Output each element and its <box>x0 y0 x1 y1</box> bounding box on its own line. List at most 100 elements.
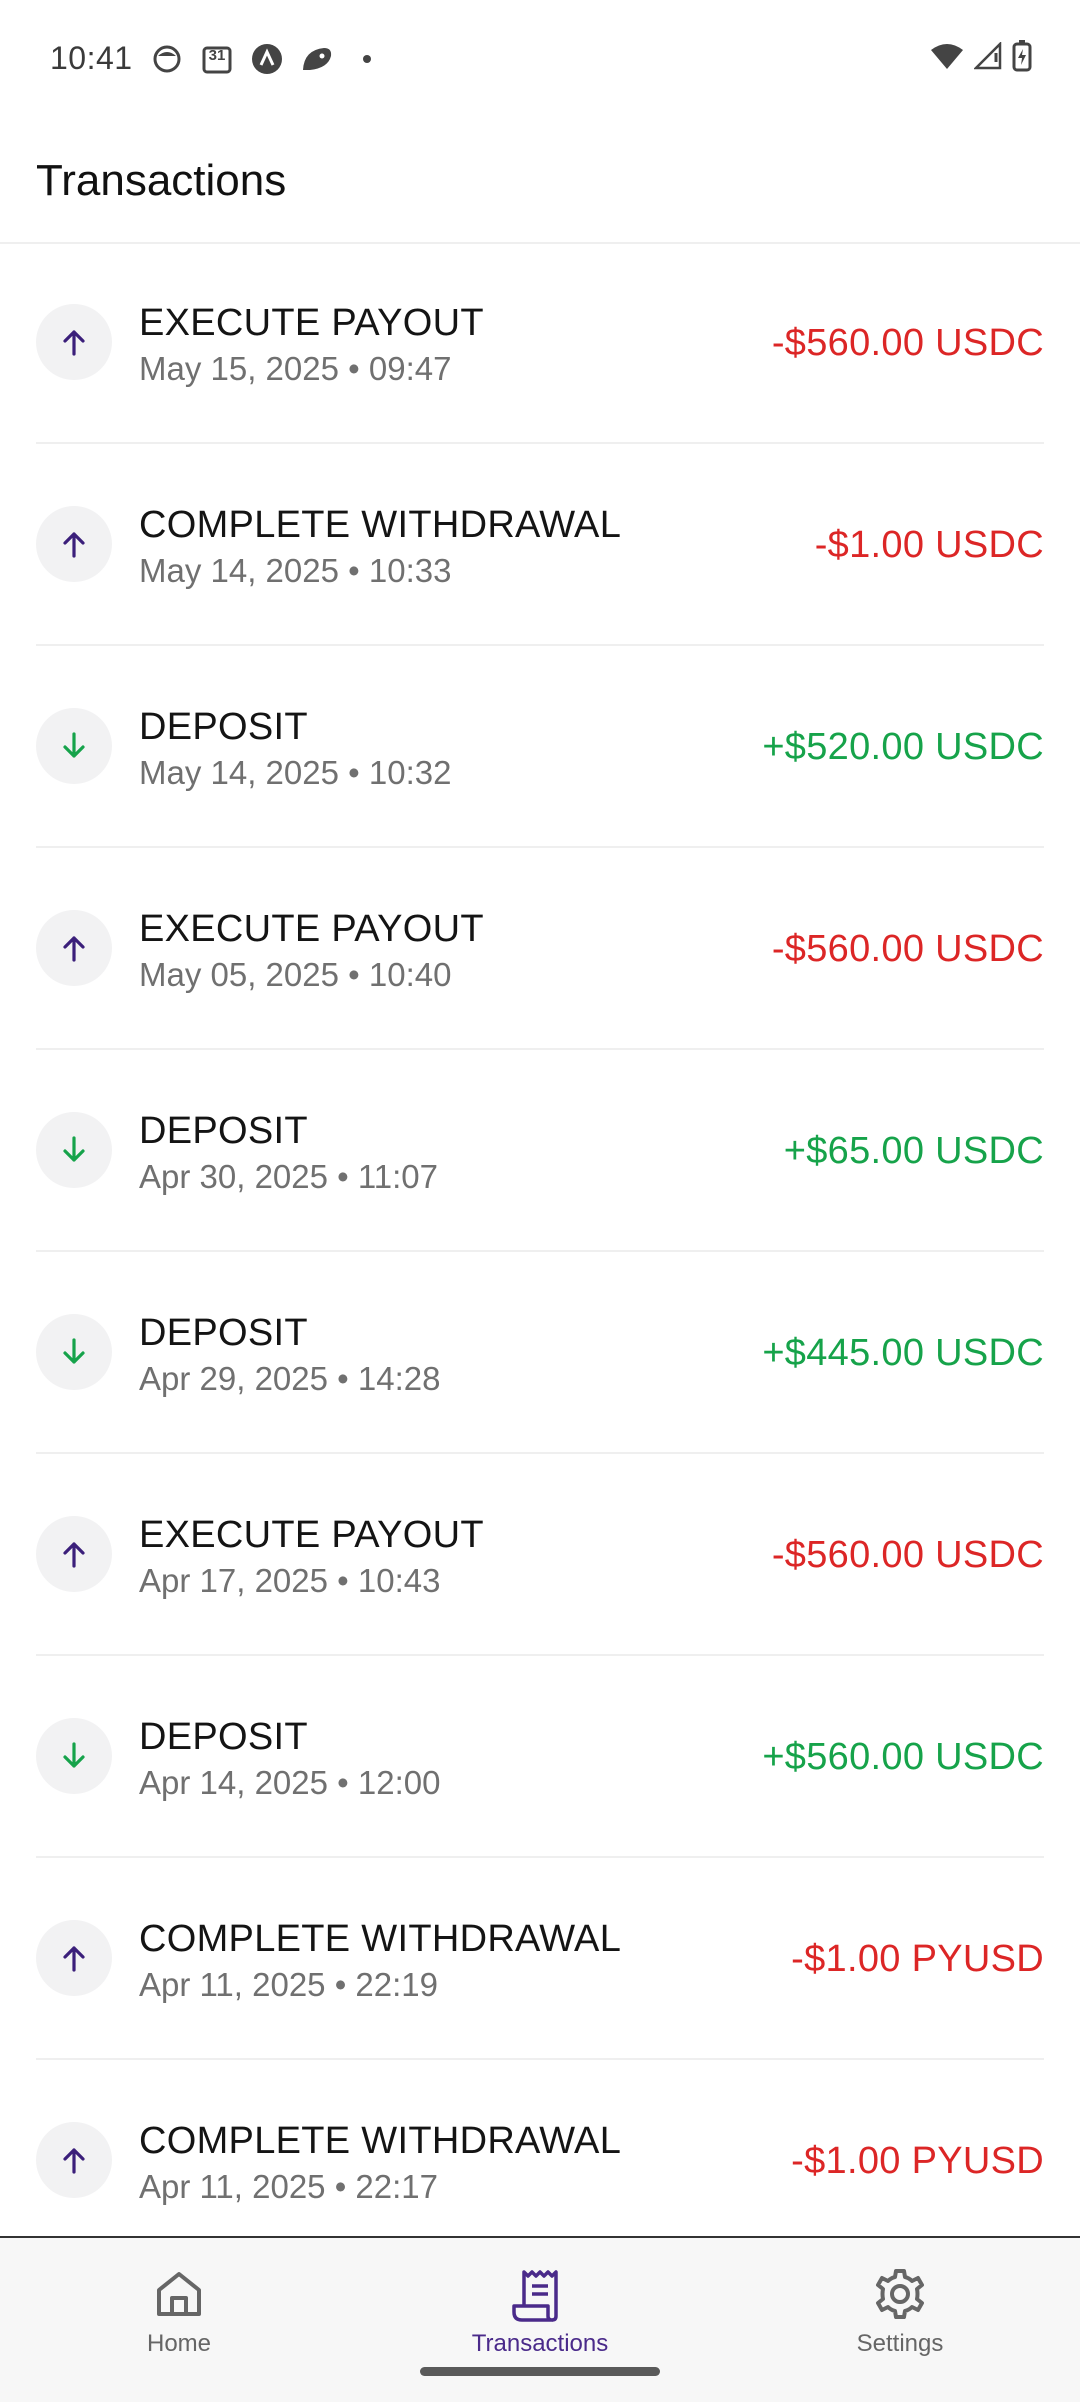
transaction-date: May 14, 2025 <box>139 754 339 791</box>
arrow-up-icon <box>36 1920 112 1996</box>
transaction-amount: -$1.00 PYUSD <box>791 2140 1044 2182</box>
nav-home[interactable]: Home <box>79 2266 279 2358</box>
face-icon <box>150 42 184 76</box>
transaction-date: May 14, 2025 <box>139 552 339 589</box>
transaction-time: 14:28 <box>357 1360 441 1397</box>
transaction-amount: +$520.00 USDC <box>762 726 1044 768</box>
signal-icon <box>972 40 1002 75</box>
transaction-datetime: Apr 14, 2025 • 12:00 <box>139 1764 440 1802</box>
transaction-title: DEPOSIT <box>139 706 308 748</box>
separator-dot: • <box>327 1158 358 1195</box>
bottom-navigation: Home Transactions Settings <box>0 2236 1080 2402</box>
transaction-amount: +$560.00 USDC <box>762 1736 1044 1778</box>
nav-settings[interactable]: Settings <box>800 2266 1000 2358</box>
nav-transactions-label: Transactions <box>471 2330 609 2357</box>
status-bar: 10:41 31 <box>0 0 1080 120</box>
arrow-down-icon <box>36 1718 112 1794</box>
transaction-datetime: Apr 11, 2025 • 22:17 <box>139 2168 438 2206</box>
transaction-date: Apr 30, 2025 <box>139 1158 328 1195</box>
transaction-time: 22:17 <box>355 2168 439 2205</box>
transaction-amount: +$65.00 USDC <box>783 1130 1044 1172</box>
transaction-title: DEPOSIT <box>139 1312 308 1354</box>
nav-transactions[interactable]: Transactions <box>440 2266 640 2358</box>
separator-dot: • <box>327 1360 358 1397</box>
arrow-down-icon <box>36 1314 112 1390</box>
transaction-row[interactable]: EXECUTE PAYOUT Apr 17, 2025 • 10:43 -$560.… <box>36 1454 1044 1656</box>
transaction-row[interactable]: EXECUTE PAYOUT May 15, 2025 • 09:47 -$560.… <box>36 242 1044 444</box>
transaction-datetime: May 14, 2025 • 10:32 <box>139 754 451 792</box>
transaction-date: Apr 17, 2025 <box>139 1562 328 1599</box>
transaction-amount: +$445.00 USDC <box>762 1332 1044 1374</box>
transaction-datetime: May 15, 2025 • 09:47 <box>139 350 451 388</box>
transaction-title: COMPLETE WITHDRAWAL <box>139 2120 622 2162</box>
transaction-date: Apr 14, 2025 <box>139 1764 328 1801</box>
wifi-icon <box>930 42 964 75</box>
transaction-time: 22:19 <box>355 1966 439 2003</box>
page-title: Transactions <box>36 156 287 205</box>
arrow-up-icon <box>36 506 112 582</box>
calendar-icon: 31 <box>200 42 234 76</box>
transaction-list: EXECUTE PAYOUT May 15, 2025 • 09:47 -$560.… <box>36 242 1044 2260</box>
transaction-time: 12:00 <box>357 1764 441 1801</box>
transaction-time: 09:47 <box>368 350 452 387</box>
leaf-icon <box>300 42 334 76</box>
nav-home-label: Home <box>146 2330 212 2357</box>
arrow-up-icon <box>36 2122 112 2198</box>
transaction-row[interactable]: COMPLETE WITHDRAWAL May 14, 2025 • 10:33 -… <box>36 444 1044 646</box>
transaction-title: DEPOSIT <box>139 1716 308 1758</box>
transaction-row[interactable]: EXECUTE PAYOUT May 05, 2025 • 10:40 -$560.… <box>36 848 1044 1050</box>
dot-icon <box>350 42 384 76</box>
transaction-title: DEPOSIT <box>139 1110 308 1152</box>
transaction-amount: -$1.00 PYUSD <box>791 1938 1044 1980</box>
separator-dot: • <box>327 1562 358 1599</box>
transaction-title: EXECUTE PAYOUT <box>139 302 484 344</box>
transaction-date: Apr 11, 2025 <box>139 1966 326 2003</box>
transaction-datetime: Apr 11, 2025 • 22:19 <box>139 1966 438 2004</box>
arrow-up-icon <box>36 1516 112 1592</box>
transaction-datetime: May 14, 2025 • 10:33 <box>139 552 451 590</box>
transaction-row[interactable]: DEPOSIT May 14, 2025 • 10:32 +$520.00 USDC <box>36 646 1044 848</box>
transaction-row[interactable]: DEPOSIT Apr 29, 2025 • 14:28 +$445.00 USDC <box>36 1252 1044 1454</box>
battery-icon <box>1012 40 1032 77</box>
arrow-up-icon <box>36 304 112 380</box>
transaction-date: May 15, 2025 <box>139 350 339 387</box>
transaction-datetime: Apr 29, 2025 • 14:28 <box>139 1360 440 1398</box>
transaction-amount: -$560.00 USDC <box>771 928 1044 970</box>
app-header: Transactions <box>0 120 1080 244</box>
separator-dot: • <box>338 956 369 993</box>
arrow-down-icon <box>36 1112 112 1188</box>
gear-icon <box>876 2269 924 2319</box>
separator-dot: • <box>325 1966 356 2003</box>
separator-dot: • <box>327 1764 358 1801</box>
transaction-time: 10:40 <box>368 956 452 993</box>
transaction-time: 11:07 <box>357 1158 439 1195</box>
transaction-amount: -$560.00 USDC <box>771 322 1044 364</box>
transaction-amount: -$1.00 USDC <box>814 524 1044 566</box>
transaction-date: May 05, 2025 <box>139 956 339 993</box>
arrow-down-icon <box>36 708 112 784</box>
transaction-row[interactable]: COMPLETE WITHDRAWAL Apr 11, 2025 • 22:19 -… <box>36 1858 1044 2060</box>
transaction-row[interactable]: COMPLETE WITHDRAWAL Apr 11, 2025 • 22:17 -… <box>36 2060 1044 2260</box>
transaction-amount: -$560.00 USDC <box>771 1534 1044 1576</box>
transaction-time: 10:43 <box>357 1562 441 1599</box>
app-a-icon <box>250 42 284 76</box>
transaction-title: COMPLETE WITHDRAWAL <box>139 1918 622 1960</box>
separator-dot: • <box>338 754 369 791</box>
transaction-row[interactable]: DEPOSIT Apr 14, 2025 • 12:00 +$560.00 USDC <box>36 1656 1044 1858</box>
notification-icons: 31 <box>150 42 384 76</box>
separator-dot: • <box>338 350 369 387</box>
transaction-date: Apr 29, 2025 <box>139 1360 328 1397</box>
separator-dot: • <box>338 552 369 589</box>
system-icons <box>930 40 1032 77</box>
calendar-day-text: 31 <box>208 47 226 64</box>
receipt-icon <box>512 2270 558 2322</box>
transaction-datetime: Apr 17, 2025 • 10:43 <box>139 1562 440 1600</box>
transaction-time: 10:33 <box>368 552 452 589</box>
gesture-bar <box>420 2367 660 2376</box>
transaction-title: EXECUTE PAYOUT <box>139 1514 484 1556</box>
transaction-title: EXECUTE PAYOUT <box>139 908 484 950</box>
nav-settings-label: Settings <box>856 2330 944 2357</box>
transaction-title: COMPLETE WITHDRAWAL <box>139 504 622 546</box>
separator-dot: • <box>325 2168 356 2205</box>
transaction-row[interactable]: DEPOSIT Apr 30, 2025 • 11:07 +$65.00 USDC <box>36 1050 1044 1252</box>
